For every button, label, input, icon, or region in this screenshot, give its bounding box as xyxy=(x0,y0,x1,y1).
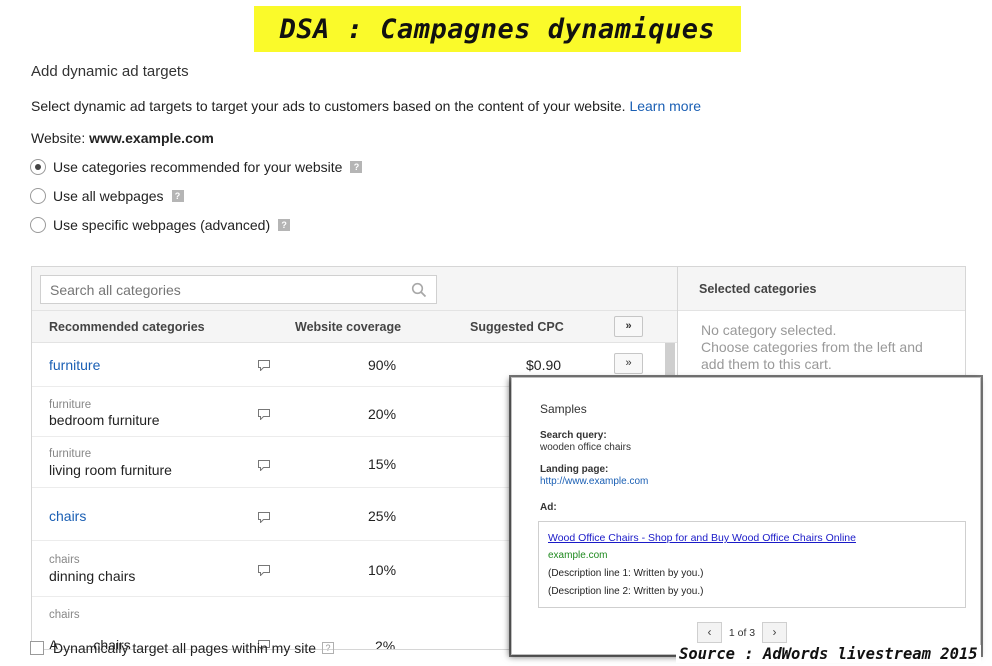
empty-line: No category selected. xyxy=(701,322,837,338)
radio-all-webpages[interactable] xyxy=(30,188,46,204)
parent-category: furniture xyxy=(49,399,92,411)
category-link-chairs[interactable]: chairs xyxy=(49,508,86,524)
comment-icon[interactable] xyxy=(258,512,270,523)
add-all-button[interactable]: » xyxy=(614,316,643,337)
target-all-pages-checkbox[interactable] xyxy=(30,641,44,655)
ad-preview: Wood Office Chairs - Shop for and Buy Wo… xyxy=(538,521,966,608)
selected-empty-message: No category selected. Choose categories … xyxy=(678,311,965,373)
website-label: Website: xyxy=(31,130,86,146)
website-line: Website: www.example.com xyxy=(31,130,214,146)
comment-icon[interactable] xyxy=(258,565,270,576)
search-input[interactable] xyxy=(41,276,401,303)
ad-display-url: example.com xyxy=(548,550,608,561)
category-name[interactable]: bedroom furniture xyxy=(49,412,160,428)
parent-category: chairs xyxy=(49,609,80,621)
category-name[interactable]: living room furniture xyxy=(49,462,172,478)
website-value: www.example.com xyxy=(89,130,214,146)
coverage-value: 90% xyxy=(368,357,397,373)
intro-description: Select dynamic ad targets to target your… xyxy=(31,98,626,114)
learn-more-link[interactable]: Learn more xyxy=(629,98,701,114)
chevron-left-icon[interactable]: ‹ xyxy=(697,622,722,643)
samples-popup: Samples Search query: wooden office chai… xyxy=(511,377,981,655)
comment-icon[interactable] xyxy=(258,409,270,420)
page-title: Add dynamic ad targets xyxy=(31,63,189,80)
coverage-value: 2% xyxy=(375,638,396,649)
option-label: Use categories recommended for your webs… xyxy=(53,159,343,175)
category-search[interactable] xyxy=(40,275,437,304)
search-query-label: Search query: xyxy=(540,430,607,441)
cpc-value: $0.90 xyxy=(526,357,562,373)
radio-recommended[interactable] xyxy=(30,159,46,175)
category-link-furniture[interactable]: furniture xyxy=(49,357,100,373)
ad-headline[interactable]: Wood Office Chairs - Shop for and Buy Wo… xyxy=(548,532,856,544)
ad-description-2: (Description line 2: Written by you.) xyxy=(548,586,704,597)
empty-line: Choose categories from the left and xyxy=(701,339,923,355)
samples-pager: ‹ 1 of 3 › xyxy=(697,622,787,643)
selected-categories-title: Selected categories xyxy=(678,267,965,311)
help-icon[interactable]: ? xyxy=(350,161,363,173)
target-all-pages-option[interactable]: Dynamically target all pages within my s… xyxy=(30,640,334,656)
ad-label: Ad: xyxy=(540,502,557,513)
add-category-button[interactable]: » xyxy=(614,353,643,374)
empty-line: add them to this cart. xyxy=(701,356,832,372)
comment-icon[interactable] xyxy=(258,460,270,471)
search-query-value: wooden office chairs xyxy=(540,442,631,453)
parent-category: chairs xyxy=(49,554,80,566)
pager-count: 1 of 3 xyxy=(728,626,756,639)
col-recommended: Recommended categories xyxy=(49,320,205,334)
coverage-value: 20% xyxy=(368,406,397,422)
landing-page-url[interactable]: http://www.example.com xyxy=(540,476,648,487)
col-coverage: Website coverage xyxy=(295,320,402,334)
search-bar-area xyxy=(32,267,677,311)
option-all-webpages[interactable]: Use all webpages ? xyxy=(30,188,184,204)
search-icon[interactable] xyxy=(411,282,427,298)
radio-specific-webpages[interactable] xyxy=(30,217,46,233)
option-label: Use all webpages xyxy=(53,188,164,204)
title-banner: DSA : Campagnes dynamiques xyxy=(254,6,741,52)
coverage-value: 25% xyxy=(368,508,397,524)
ad-description-1: (Description line 1: Written by you.) xyxy=(548,568,704,579)
option-label: Use specific webpages (advanced) xyxy=(53,217,271,233)
option-specific-webpages[interactable]: Use specific webpages (advanced) ? xyxy=(30,217,291,233)
checkbox-label: Dynamically target all pages within my s… xyxy=(53,640,316,656)
help-icon[interactable]: ? xyxy=(322,642,334,654)
banner-title: DSA : Campagnes dynamiques xyxy=(279,13,716,45)
category-table-header: Recommended categories Website coverage … xyxy=(32,311,677,343)
option-recommended-categories[interactable]: Use categories recommended for your webs… xyxy=(30,159,363,175)
comment-icon[interactable] xyxy=(258,360,270,371)
intro-text: Select dynamic ad targets to target your… xyxy=(31,98,701,114)
parent-category: furniture xyxy=(49,448,92,460)
coverage-value: 10% xyxy=(368,562,397,578)
col-cpc: Suggested CPC xyxy=(470,320,564,334)
help-icon[interactable]: ? xyxy=(171,190,184,202)
category-name[interactable]: dinning chairs xyxy=(49,568,135,584)
landing-page-label: Landing page: xyxy=(540,464,609,475)
help-icon[interactable]: ? xyxy=(278,219,291,231)
chevron-right-icon[interactable]: › xyxy=(762,622,787,643)
source-caption: Source : AdWords livestream 2015 xyxy=(676,645,981,663)
samples-title: Samples xyxy=(540,402,587,416)
coverage-value: 15% xyxy=(368,456,397,472)
